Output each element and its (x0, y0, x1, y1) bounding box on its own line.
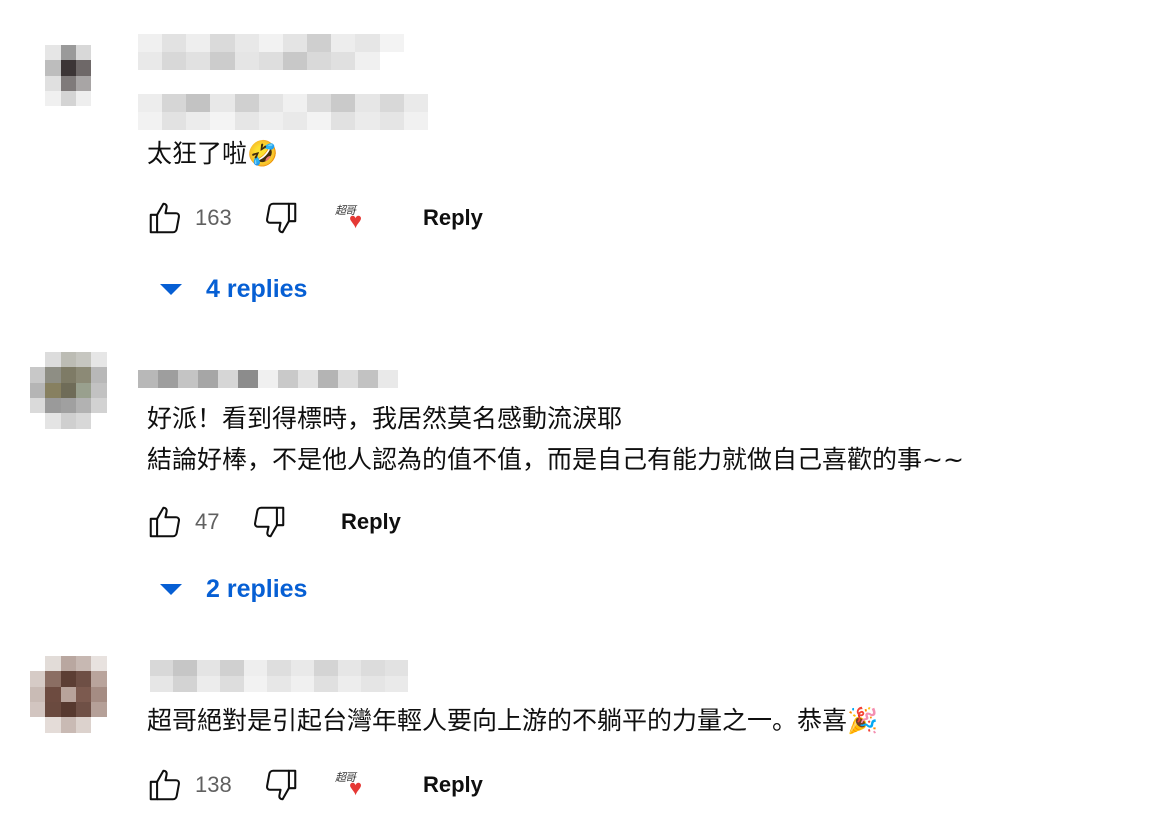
thumbs-up-icon[interactable] (145, 502, 185, 542)
reply-button[interactable]: Reply (341, 509, 401, 535)
creator-heart-icon: 超哥 ♥ (335, 205, 363, 233)
comment-text-line: 結論好棒，不是他人認為的值不值，而是自己有能力就做自己喜歡的事~~ (147, 445, 964, 474)
thumbs-up-icon[interactable] (145, 765, 185, 805)
like-count: 138 (195, 772, 232, 797)
thumbs-up-icon[interactable] (145, 198, 185, 238)
comment-text-line: 太狂了啦🤣 (147, 139, 279, 168)
caret-down-icon (160, 283, 182, 295)
thumbs-down-icon[interactable] (261, 765, 301, 805)
view-replies-button[interactable]: 4 replies (160, 269, 307, 309)
view-replies-button[interactable]: 2 replies (160, 569, 307, 609)
reply-button[interactable]: Reply (423, 772, 483, 798)
thumbs-down-icon[interactable] (249, 502, 289, 542)
comment-text-line: 好派！看到得標時，我居然莫名感動流淚耶 (147, 404, 623, 433)
replies-count: 4 replies (206, 274, 308, 303)
avatar[interactable] (30, 45, 122, 137)
comment-text: 超哥絕對是引起台灣年輕人要向上游的不躺平的力量之一。恭喜🎉 (147, 700, 878, 741)
comment-actions: 47 Reply (145, 502, 401, 542)
creator-heart-icon: 超哥 ♥ (335, 772, 363, 800)
comment-timestamp[interactable] (138, 94, 428, 130)
like-count: 163 (195, 205, 232, 230)
like-count: 47 (195, 509, 220, 534)
caret-down-icon (160, 583, 182, 595)
avatar[interactable] (30, 656, 122, 748)
avatar[interactable] (30, 352, 122, 444)
reply-button[interactable]: Reply (423, 205, 483, 231)
thumbs-down-icon[interactable] (261, 198, 301, 238)
comment-text-line: 超哥絕對是引起台灣年輕人要向上游的不躺平的力量之一。恭喜🎉 (147, 706, 879, 735)
author-name[interactable] (138, 34, 428, 70)
comment-text: 好派！看到得標時，我居然莫名感動流淚耶 結論好棒，不是他人認為的值不值，而是自己… (147, 398, 964, 480)
author-name[interactable] (150, 660, 408, 692)
comment-text: 太狂了啦🤣 (147, 133, 278, 174)
comment-actions: 138 超哥 ♥ Reply (145, 765, 483, 805)
comment-actions: 163 超哥 ♥ Reply (145, 198, 483, 238)
author-name[interactable] (138, 370, 398, 388)
replies-count: 2 replies (206, 574, 308, 603)
